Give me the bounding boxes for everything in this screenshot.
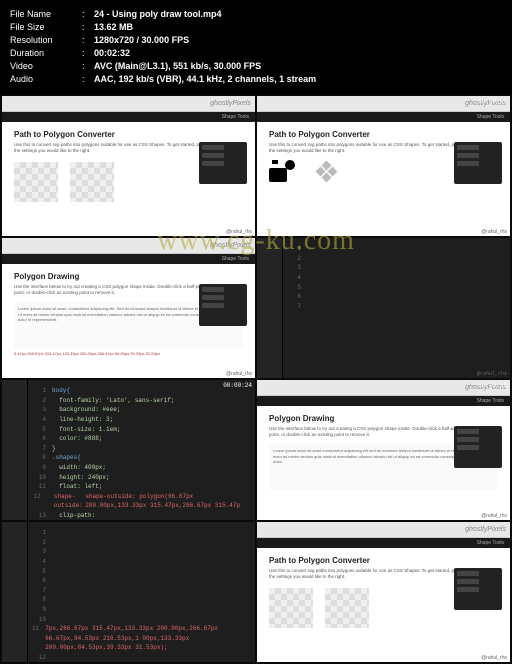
settings-sidebar[interactable] <box>454 142 502 184</box>
browser-chrome: ghostlyPixels <box>257 96 510 112</box>
logo-text: ghostlyPixels <box>465 526 506 533</box>
code-line: .shapes{ <box>52 453 81 463</box>
code-line: background: #eee; <box>59 405 120 415</box>
logo-text: ghostlyPixels <box>210 100 251 107</box>
camera-icon <box>269 160 295 182</box>
preview-box-left <box>14 162 58 202</box>
settings-sidebar[interactable] <box>454 568 502 610</box>
polygon-coords: 5.47px,266.67px 315.47px,133.33px 200.00… <box>14 351 243 356</box>
meta-val-filename: 24 - Using poly draw tool.mp4 <box>94 8 222 21</box>
timestamp: 00:00:24 <box>223 382 252 389</box>
thumbnail-8[interactable]: ghostlyPixels Shape Tools Path to Polygo… <box>257 522 510 662</box>
settings-sidebar[interactable] <box>199 284 247 326</box>
editor-area[interactable]: 1body{ 2 font-family: 'Lato', sans-serif… <box>2 380 255 520</box>
browser-chrome: ghostlyPixels <box>2 96 255 112</box>
page-title: Polygon Drawing <box>14 272 243 281</box>
code-line: clip-path: <box>59 511 95 520</box>
timestamp: 00:00:07 <box>478 98 507 105</box>
nav-shape-tools[interactable]: Shape Tools <box>222 256 249 262</box>
browser-chrome: ghostlyPixels <box>257 522 510 538</box>
code-line: font-family: 'Lato', sans-serif; <box>59 396 174 406</box>
timestamp: 00:01:58 <box>478 382 507 389</box>
page-title: Path to Polygon Converter <box>269 556 498 565</box>
preview-box-left <box>269 588 313 628</box>
page-title: Path to Polygon Converter <box>269 130 498 139</box>
diamonds-icon <box>313 160 341 182</box>
nav-shape-tools[interactable]: Shape Tools <box>477 114 504 120</box>
browser-chrome: ghostlyPixels <box>257 380 510 396</box>
nav-shape-tools[interactable]: Shape Tools <box>222 114 249 120</box>
meta-label-filename: File Name <box>10 8 82 21</box>
meta-val-video: AVC (Main@L3.1), 551 kb/s, 30.000 FPS <box>94 60 261 73</box>
code-line: font-size: 1.1em; <box>59 425 120 435</box>
code-line: color: #888; <box>59 434 102 444</box>
credit: @rahul_rhs <box>226 229 252 235</box>
editor-sidebar[interactable] <box>257 238 283 378</box>
code-line: body{ <box>52 386 70 396</box>
meta-label-dur: Duration <box>10 47 82 60</box>
thumbnail-7[interactable]: 1 2 3 4 5 6 7 8 9 10 117px,266.67px 315.… <box>2 522 255 662</box>
code-line: 7px,266.67px 315.47px,133.33px 200.00px,… <box>45 624 251 653</box>
preview-box-right <box>70 162 114 202</box>
meta-val-size: 13.62 MB <box>94 21 133 34</box>
code-line: float: left; <box>59 482 102 492</box>
settings-sidebar[interactable] <box>199 142 247 184</box>
meta-val-res: 1280x720 / 30.000 FPS <box>94 34 189 47</box>
meta-label-size: File Size <box>10 21 82 34</box>
thumbnail-6[interactable]: 00:01:58 ghostlyPixels Shape Tools Polyg… <box>257 380 510 520</box>
nav-shape-tools[interactable]: Shape Tools <box>477 398 504 404</box>
nav-shape-tools[interactable]: Shape Tools <box>477 540 504 546</box>
credit: @rahul_rhs <box>226 371 252 377</box>
editor-sidebar[interactable] <box>2 380 28 520</box>
code-line: height: 240px; <box>59 473 109 483</box>
editor-area[interactable]: 1 2 3 4 5 6 7 <box>257 238 510 311</box>
browser-chrome: ghostlyPixels <box>2 238 255 254</box>
code-line: shape-outside: polygon(66.67px 200.00px,… <box>85 492 251 511</box>
thumbnail-4[interactable]: 1 2 3 4 5 6 7 @rahul_rhs <box>257 238 510 378</box>
page-title: Path to Polygon Converter <box>14 130 243 139</box>
meta-val-audio: AAC, 192 kb/s (VBR), 44.1 kHz, 2 channel… <box>94 73 316 86</box>
settings-sidebar[interactable] <box>454 426 502 468</box>
meta-label-res: Resolution <box>10 34 82 47</box>
meta-label-audio: Audio <box>10 73 82 86</box>
preview-box-right <box>325 588 369 628</box>
editor-sidebar[interactable] <box>2 522 28 662</box>
code-line: width: 400px; <box>59 463 106 473</box>
code-line: line-height: 3; <box>59 415 113 425</box>
thumbnail-1[interactable]: ghostlyPixels Shape Tools Path to Polygo… <box>2 96 255 236</box>
credit: @rahul_rhs <box>481 229 507 235</box>
thumbnail-grid: ghostlyPixels Shape Tools Path to Polygo… <box>0 94 512 664</box>
meta-val-dur: 00:02:32 <box>94 47 130 60</box>
thumbnail-3[interactable]: ghostlyPixels Shape Tools Polygon Drawin… <box>2 238 255 378</box>
meta-label-video: Video <box>10 60 82 73</box>
logo-text: ghostlyPixels <box>210 242 251 249</box>
credit: @rahul_rhs <box>477 371 507 377</box>
page-title: Polygon Drawing <box>269 414 498 423</box>
thumbnail-2[interactable]: 00:00:07 ghostlyPixels Shape Tools Path … <box>257 96 510 236</box>
file-metadata-panel: File Name:24 - Using poly draw tool.mp4 … <box>0 0 512 94</box>
thumbnail-5[interactable]: 00:00:24 1body{ 2 font-family: 'Lato', s… <box>2 380 255 520</box>
credit: @rahul_rhs <box>481 655 507 661</box>
editor-area[interactable]: 1 2 3 4 5 6 7 8 9 10 117px,266.67px 315.… <box>2 522 255 662</box>
credit: @rahul_rhs <box>481 513 507 519</box>
